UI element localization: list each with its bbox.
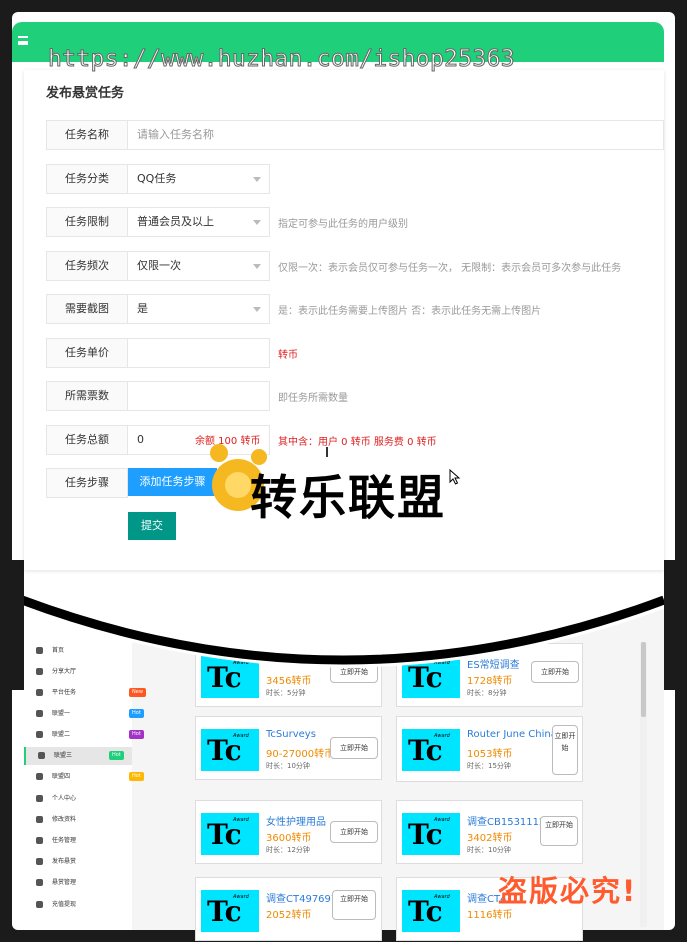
start-button[interactable]: 立即开始 [332, 890, 376, 920]
tc-award-logo: Tc Award [402, 813, 460, 855]
calendar-icon [36, 689, 43, 696]
field-label: 任务名称 [46, 120, 128, 150]
tc-award-logo: Tc Award [201, 890, 259, 932]
sidebar-item-league-3[interactable]: 联盟三 Hot [24, 747, 132, 765]
start-button[interactable]: 立即开始 [330, 821, 378, 843]
frequency-select[interactable]: 仅限一次 [128, 251, 270, 281]
field-label: 任务总额 [46, 425, 128, 455]
field-hint: 指定可参与此任务的用户级别 [278, 219, 408, 230]
list-icon [36, 710, 43, 717]
sidebar-item-league-4[interactable]: 联盟四 Hot [36, 768, 144, 786]
sidebar-item-league-2[interactable]: 联盟二 Hot [36, 726, 144, 744]
quantity-input[interactable] [128, 381, 270, 411]
sidebar-item-reward-manage[interactable]: 悬赏管理 [36, 874, 136, 892]
limit-select[interactable]: 普通会员及以上 [128, 207, 270, 237]
start-button[interactable]: 立即开始 [330, 737, 378, 759]
chevron-down-icon [253, 307, 261, 312]
dashboard-icon [36, 795, 43, 802]
field-hint: 即任务所需数量 [278, 393, 348, 404]
pencil-icon [36, 858, 43, 865]
page-title: 发布悬赏任务 [46, 86, 125, 101]
curve-divider [0, 560, 687, 690]
sidebar-item-profile[interactable]: 个人中心 [36, 790, 136, 808]
chevron-down-icon [253, 220, 261, 225]
field-label: 任务分类 [46, 164, 128, 194]
chevron-down-icon [253, 177, 261, 182]
menu-icon[interactable] [18, 36, 28, 45]
task-name: 调查CT497697 [266, 894, 338, 905]
task-card[interactable]: Tc Award 调查CT497697 2052转币 立即开始 [195, 877, 382, 941]
tc-award-logo: Tc Award [402, 890, 460, 932]
start-button[interactable]: 立即开始 [552, 725, 578, 775]
screenshot-select[interactable]: 是 [128, 294, 270, 324]
task-price: 90-27000转币 [266, 749, 335, 760]
list-icon [36, 731, 43, 738]
piracy-warning: 盗版必究! [498, 874, 638, 908]
chevron-down-icon [253, 264, 261, 269]
task-name: TcSurveys [266, 729, 316, 740]
sidebar-item-task-manage[interactable]: 任务管理 [36, 832, 136, 850]
field-label: 所需票数 [46, 381, 128, 411]
league-logo-text: 转乐联盟 [250, 471, 446, 526]
task-card[interactable]: Tc Award 调查CB1531112 3402转币 时长：10分钟 立即开始 [396, 800, 583, 864]
tc-award-logo: Tc Award [201, 729, 259, 771]
task-price: 3402转币 [467, 833, 513, 844]
add-step-button[interactable]: 添加任务步骤 [128, 468, 217, 496]
start-button[interactable]: 立即开始 [540, 816, 578, 846]
currency-unit: 转币 [278, 350, 298, 361]
sidebar-item-league-1[interactable]: 联盟一 Hot [36, 705, 144, 723]
field-label: 任务频次 [46, 251, 128, 281]
task-card[interactable]: Tc Award 女性护理用品 3600转币 时长：12分钟 立即开始 [195, 800, 382, 864]
sidebar-item-publish[interactable]: 发布悬赏 [36, 853, 136, 871]
tc-award-logo: Tc Award [402, 729, 460, 771]
task-price: 1053转币 [467, 749, 513, 760]
list-icon [36, 773, 43, 780]
field-label: 需要截图 [46, 294, 128, 324]
hot-badge: Hot [129, 772, 144, 781]
task-name: 调查CB1531112 [467, 817, 546, 828]
field-hint: 仅限一次：表示会员仅可参与任务一次， 无限制：表示会员可多次参与此任务 [278, 263, 622, 274]
bell-icon [36, 901, 43, 908]
cogs-icon [36, 879, 43, 886]
tc-award-logo: Tc Award [201, 813, 259, 855]
total-breakdown: 其中含：用户 0 转币 服务费 0 转币 [278, 437, 437, 448]
sidebar-item-recharge[interactable]: 充值提现 [36, 896, 136, 914]
task-price: 3600转币 [266, 833, 312, 844]
task-price: 2052转币 [266, 910, 312, 921]
task-card[interactable]: Tc Award TcSurveys 90-27000转币 时长：10分钟 立即开… [195, 716, 382, 780]
task-name: 女性护理用品 [266, 817, 326, 828]
task-duration: 时长：10分钟 [467, 846, 511, 854]
field-label: 任务步骤 [46, 468, 128, 498]
task-duration: 时长：15分钟 [467, 762, 511, 770]
task-duration: 时长：12分钟 [266, 846, 310, 854]
category-select[interactable]: QQ任务 [128, 164, 270, 194]
watermark-url: https://www.huzhan.com/ishop25363 [48, 46, 516, 73]
field-hint: 是：表示此任务需要上传图片 否：表示此任务无需上传图片 [278, 306, 542, 317]
field-label: 任务单价 [46, 338, 128, 368]
task-duration: 时长：10分钟 [266, 762, 310, 770]
user-icon [36, 816, 43, 823]
hot-badge: Hot [129, 730, 144, 739]
mouse-pointer-icon [449, 469, 461, 485]
task-name-input[interactable]: 请输入任务名称 [128, 120, 664, 150]
task-card[interactable]: Tc Award Router June China 1053转币 时长：15分钟… [396, 716, 583, 782]
submit-button[interactable]: 提交 [128, 512, 176, 540]
hot-badge: Hot [129, 709, 144, 718]
field-label: 任务限制 [46, 207, 128, 237]
task-name: Router June China [467, 729, 557, 740]
gear-icon [36, 837, 43, 844]
text-cursor [326, 447, 328, 457]
list-icon [38, 752, 45, 759]
unit-price-input[interactable] [128, 338, 270, 368]
hot-badge: Hot [109, 751, 124, 760]
sidebar-item-edit-profile[interactable]: 修改资料 [36, 811, 136, 829]
